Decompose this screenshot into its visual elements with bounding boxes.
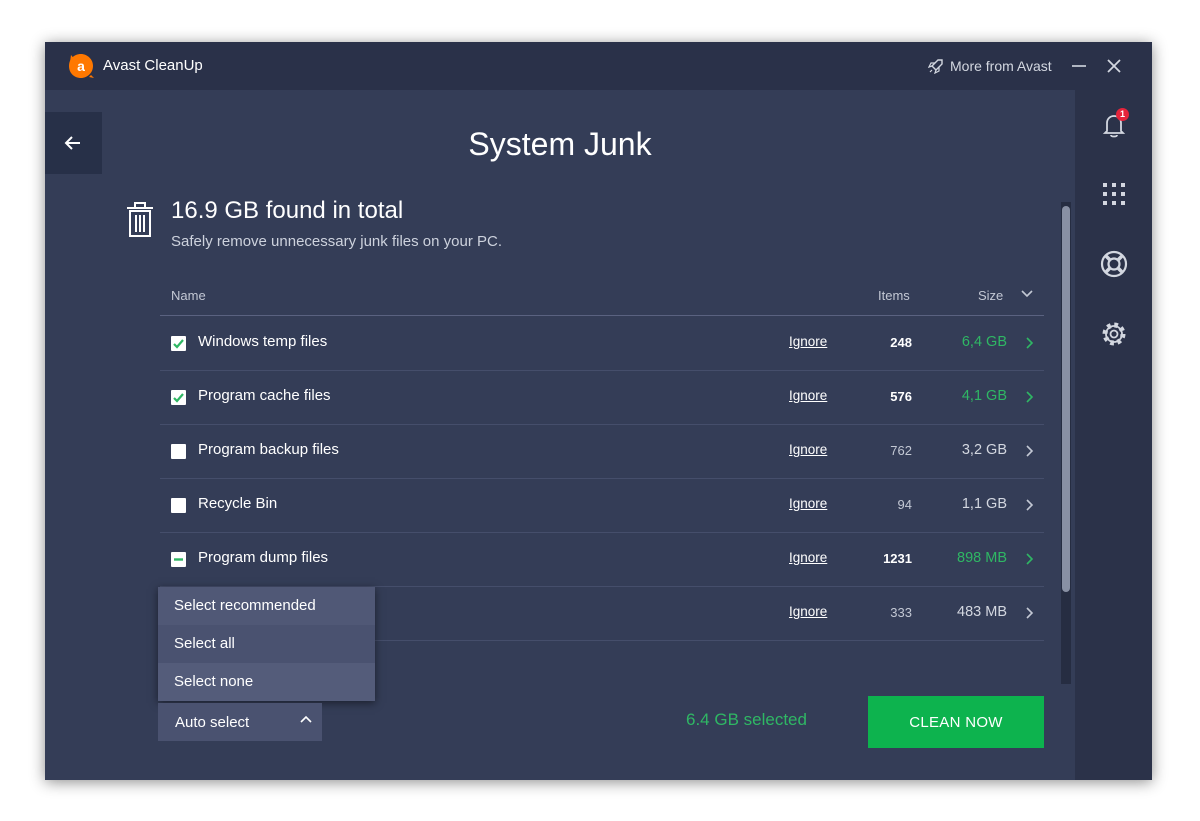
found-subtitle: Safely remove unnecessary junk files on … [171, 233, 502, 250]
chevron-right-icon[interactable] [1024, 444, 1034, 458]
title-bar: a Avast CleanUp More from Avast [45, 42, 1152, 90]
chevron-up-icon [300, 715, 312, 723]
row-size: 6,4 GB [961, 334, 1007, 350]
svg-text:a: a [77, 58, 85, 74]
table-row[interactable]: Program dump files Ignore 1231 898 MB [160, 533, 1044, 587]
row-items-count: 762 [890, 443, 912, 458]
partial-check-icon [174, 558, 183, 561]
apps-grid-icon[interactable] [1099, 179, 1129, 209]
ignore-link[interactable]: Ignore [789, 388, 827, 403]
column-header-size[interactable]: Size [978, 288, 1003, 303]
ignore-link[interactable]: Ignore [789, 442, 827, 457]
row-checkbox[interactable] [171, 444, 186, 459]
more-from-avast-label: More from Avast [950, 58, 1052, 74]
found-total-heading: 16.9 GB found in total [171, 197, 404, 224]
column-header-items[interactable]: Items [878, 288, 910, 303]
page-title: System Junk [468, 126, 652, 162]
table-header: Name Items Size [160, 284, 1044, 316]
minimize-icon[interactable] [1069, 55, 1089, 77]
checkmark-icon [173, 393, 184, 403]
row-name: Program backup files [198, 441, 339, 458]
table-row[interactable]: Recycle Bin Ignore 94 1,1 GB [160, 479, 1044, 533]
row-size: 898 MB [957, 550, 1007, 566]
right-sidebar: 1 [1075, 90, 1152, 780]
gear-icon[interactable] [1099, 319, 1129, 349]
row-checkbox[interactable] [171, 498, 186, 513]
row-items-count: 248 [890, 335, 912, 350]
row-size: 1,1 GB [961, 496, 1007, 512]
menu-item-select-all[interactable]: Select all [158, 625, 375, 663]
notification-badge: 1 [1116, 108, 1129, 121]
row-name: Windows temp files [198, 333, 328, 350]
more-from-avast-link[interactable]: More from Avast [928, 56, 1052, 76]
row-checkbox[interactable] [171, 336, 186, 351]
clean-now-button[interactable]: CLEAN NOW [868, 696, 1044, 748]
column-header-name[interactable]: Name [171, 288, 206, 303]
ignore-link[interactable]: Ignore [789, 604, 827, 619]
row-items-count: 576 [890, 389, 912, 404]
auto-select-menu: Select recommended Select all Select non… [158, 587, 375, 701]
chevron-right-icon[interactable] [1024, 552, 1034, 566]
checkmark-icon [173, 339, 184, 349]
table-row[interactable]: Windows temp files Ignore 248 6,4 GB [160, 317, 1044, 371]
row-size: 3,2 GB [961, 442, 1007, 458]
rocket-icon [928, 59, 943, 74]
chevron-right-icon[interactable] [1024, 606, 1034, 620]
menu-item-select-recommended[interactable]: Select recommended [158, 587, 375, 625]
ignore-link[interactable]: Ignore [789, 334, 827, 349]
row-checkbox[interactable] [171, 552, 186, 567]
table-row[interactable]: Program backup files Ignore 762 3,2 GB [160, 425, 1044, 479]
row-items-count: 94 [897, 497, 912, 512]
app-window: a Avast CleanUp More from Avast System J… [45, 42, 1152, 780]
chevron-down-icon[interactable] [1021, 289, 1033, 299]
help-lifebuoy-icon[interactable] [1099, 249, 1129, 279]
chevron-right-icon[interactable] [1024, 336, 1034, 350]
chevron-right-icon[interactable] [1024, 390, 1034, 404]
row-name: Program cache files [198, 387, 331, 404]
scrollbar[interactable] [1061, 202, 1071, 684]
trash-icon [127, 202, 153, 237]
chevron-right-icon[interactable] [1024, 498, 1034, 512]
row-name: Recycle Bin [198, 495, 278, 512]
ignore-link[interactable]: Ignore [789, 496, 827, 511]
avast-logo-icon: a [69, 54, 94, 78]
menu-item-select-none[interactable]: Select none [158, 663, 375, 701]
row-items-count: 1231 [883, 551, 912, 566]
row-checkbox[interactable] [171, 390, 186, 405]
selected-size-text: 6.4 GB selected [686, 710, 807, 729]
app-title: Avast CleanUp [103, 57, 203, 74]
row-size: 483 MB [957, 604, 1007, 620]
auto-select-dropdown[interactable]: Auto select [158, 703, 322, 741]
scrollbar-thumb[interactable] [1062, 206, 1070, 592]
row-size: 4,1 GB [961, 388, 1007, 404]
table-row[interactable]: Program cache files Ignore 576 4,1 GB [160, 371, 1044, 425]
ignore-link[interactable]: Ignore [789, 550, 827, 565]
auto-select-label: Auto select [175, 714, 250, 731]
row-name: Program dump files [198, 549, 329, 566]
row-items-count: 333 [890, 605, 912, 620]
close-icon[interactable] [1104, 55, 1124, 77]
